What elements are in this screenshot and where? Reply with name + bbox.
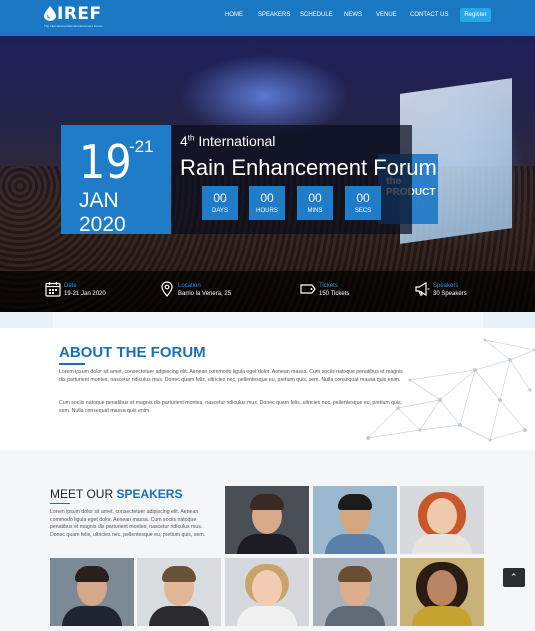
speakers-title-underline [50, 503, 70, 504]
iref-logo[interactable]: IREF The International Rain Enhancement … [44, 4, 114, 31]
event-title-box: 4th International Rain Enhancement Forum… [172, 125, 437, 234]
countdown-secs: 00 SECS [345, 186, 381, 220]
network-graph-decoration [366, 338, 535, 442]
info-date-value: 19-21 Jan 2020 [64, 291, 106, 297]
countdown-days: 00 DAYS [202, 186, 238, 220]
calendar-icon [45, 282, 61, 297]
speaker-photo-7[interactable] [313, 558, 397, 626]
speaker-photo-6[interactable] [225, 558, 309, 626]
event-info-bar: Date 19-21 Jan 2020 Location Barrio la V… [0, 271, 535, 312]
speaker-photo-8[interactable] [400, 558, 484, 626]
countdown-mins: 00 MINS [297, 186, 333, 220]
speakers-title: MEET OUR SPEAKERS [50, 487, 183, 501]
location-pin-icon [161, 281, 173, 297]
info-location-label: Location [178, 283, 201, 289]
speaker-photo-4[interactable] [50, 558, 134, 626]
top-navbar: IREF The International Rain Enhancement … [0, 0, 535, 36]
info-date-label: Date [64, 283, 77, 289]
info-location-value: Barrio la Venera, 25 [178, 291, 232, 297]
event-title: Rain Enhancement Forum [180, 155, 437, 180]
about-title: ABOUT THE FORUM [59, 344, 206, 361]
event-date-box: 19 -21 JAN 2020 [61, 125, 171, 236]
speakers-paragraph: Lorem ipsum dolor sit amet, consectetuer… [50, 509, 206, 538]
ticket-icon [300, 284, 316, 294]
nav-news[interactable]: NEWS [344, 12, 362, 18]
water-drop-icon [44, 6, 56, 21]
nav-schedule[interactable]: SCHEDULE [300, 12, 333, 18]
speaker-photo-5[interactable] [137, 558, 221, 626]
date-day: 19 [79, 135, 132, 189]
hero-banner: the PRODUCT 19 -21 JAN 2020 4th Internat… [0, 36, 535, 312]
info-tickets-label: Tickets [319, 283, 338, 289]
date-month: JAN 2020 [79, 189, 126, 236]
speaker-photo-1[interactable] [225, 486, 309, 554]
info-speakers-value: 30 Speakers [433, 291, 467, 297]
event-edition: 4th International [180, 133, 276, 149]
info-speakers-label: Speakers [433, 283, 459, 289]
logo-subtitle: The International Rain Enhancement Forum [44, 24, 103, 28]
date-day-end: -21 [129, 137, 154, 156]
chevron-up-icon: ⌃ [510, 572, 518, 582]
info-tickets-value: 150 Tickets [319, 291, 350, 297]
speaker-photo-3[interactable] [400, 486, 484, 554]
megaphone-icon [415, 281, 430, 297]
logo-wordmark: IREF [57, 4, 102, 24]
scroll-to-top-button[interactable]: ⌃ [503, 568, 525, 587]
speaker-photo-2[interactable] [313, 486, 397, 554]
section-divider [0, 312, 535, 328]
about-title-underline [59, 363, 85, 365]
nav-contact-us[interactable]: CONTACT US [410, 12, 448, 18]
nav-home[interactable]: HOME [225, 12, 243, 18]
countdown-hours: 00 HOURS [249, 186, 285, 220]
nav-speakers[interactable]: SPEAKERS [258, 12, 290, 18]
register-button[interactable]: Register [460, 8, 491, 22]
nav-venue[interactable]: VENUE [376, 12, 397, 18]
